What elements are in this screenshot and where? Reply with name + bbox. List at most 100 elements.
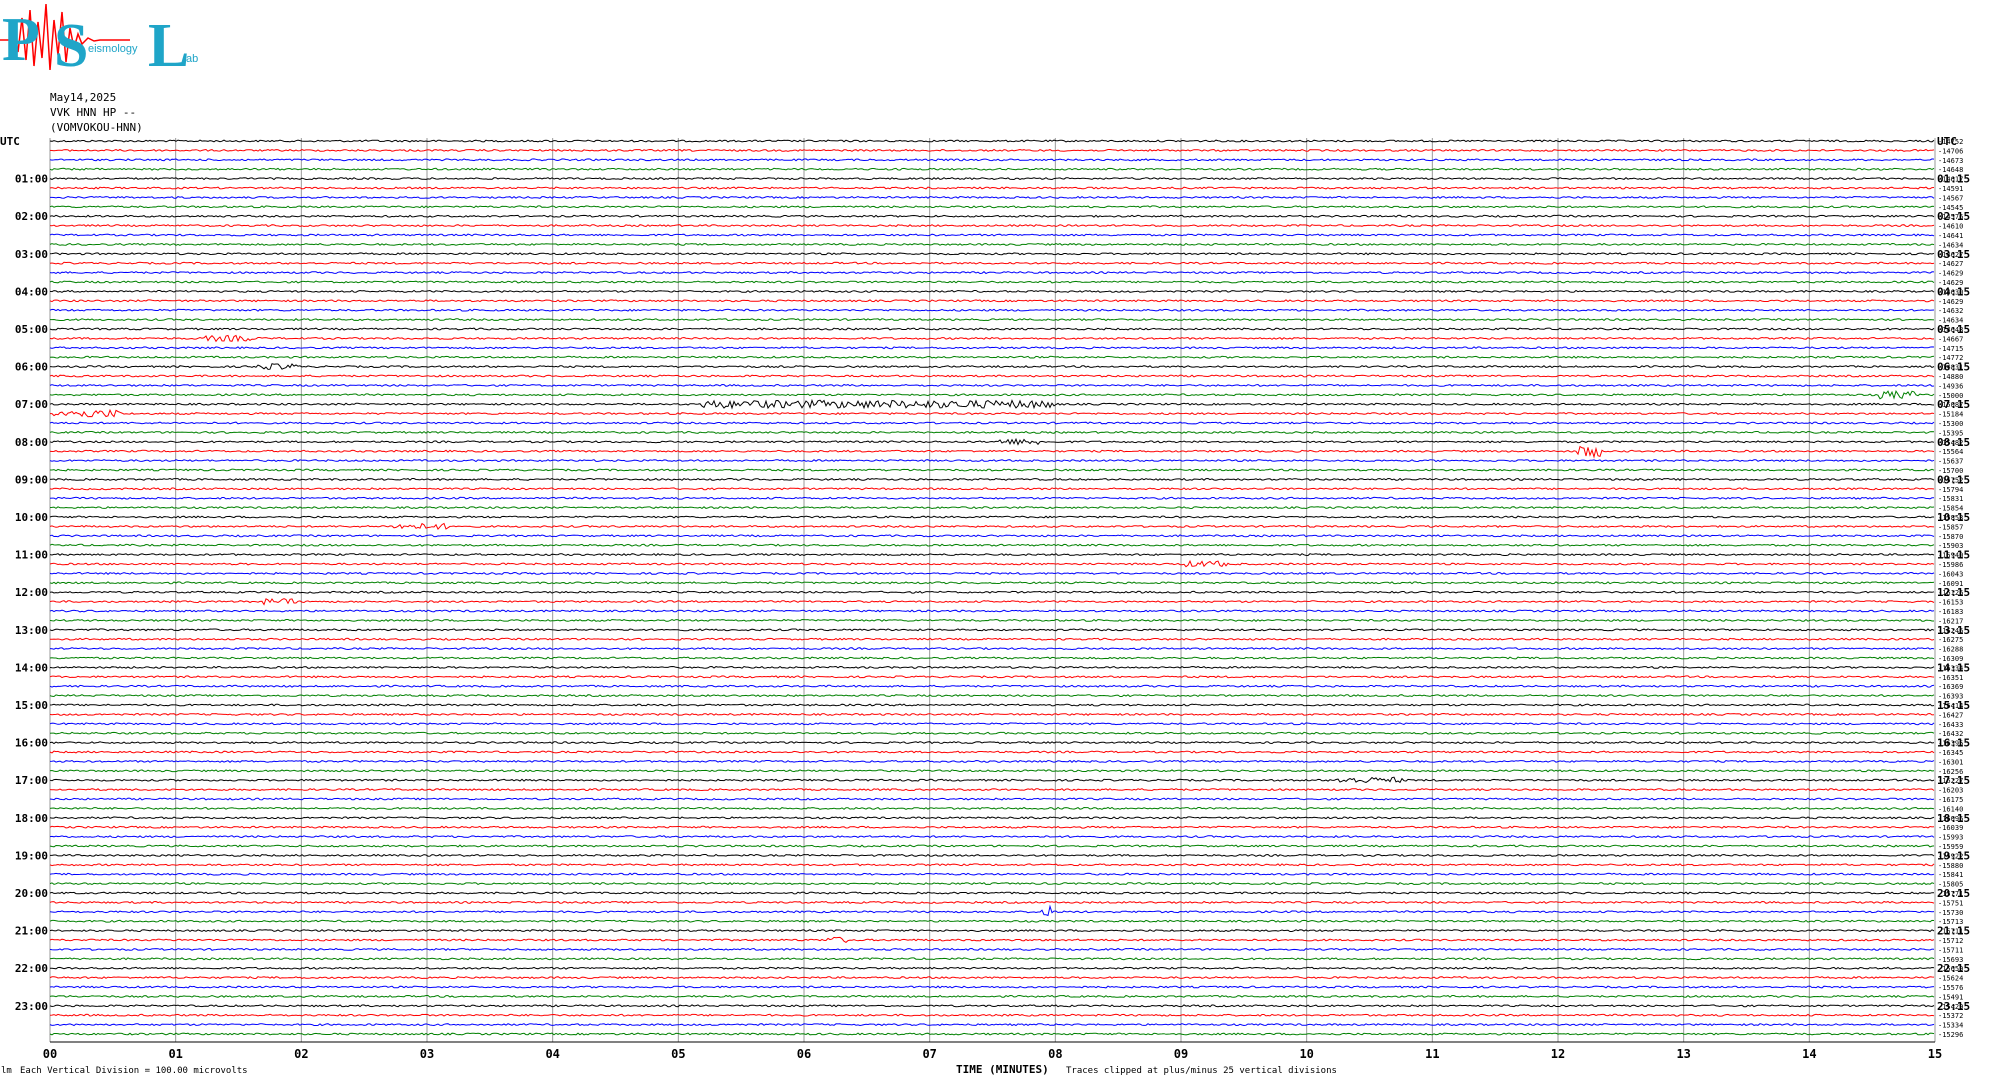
x-tick-label: 00 (43, 1047, 57, 1061)
trace-line (49, 904, 1935, 917)
trace-line (49, 759, 1935, 763)
hour-label-right: 20:15 (1937, 887, 1970, 900)
hour-label-left: 05:00 (15, 323, 48, 336)
trace-line (49, 647, 1935, 651)
trace-line (49, 581, 1935, 585)
x-tick-label: 05 (671, 1047, 685, 1061)
trace-line (49, 872, 1935, 876)
trace-line (49, 684, 1935, 688)
trace-value-label: -16427 (1938, 711, 1963, 719)
trace-line (49, 731, 1935, 735)
trace-line (49, 177, 1935, 181)
hour-label-left: 04:00 (15, 285, 48, 298)
x-tick-label: 06 (797, 1047, 811, 1061)
trace-value-label: -15857 (1938, 523, 1963, 531)
trace-value-label: -14629 (1938, 298, 1963, 306)
trace-line (49, 261, 1935, 265)
trace-value-label: -15880 (1938, 862, 1963, 870)
trace-line (49, 445, 1935, 459)
hour-label-left: 19:00 (15, 849, 48, 862)
trace-value-label: -15576 (1938, 984, 1963, 992)
trace-line (49, 506, 1935, 510)
trace-line (49, 289, 1935, 293)
trace-value-label: -14627 (1938, 260, 1963, 268)
trace-value-label: -14629 (1938, 270, 1963, 278)
trace-line (49, 459, 1935, 463)
trace-line (49, 750, 1935, 754)
hour-label-right: 10:15 (1937, 511, 1970, 524)
trace-line (49, 158, 1935, 162)
trace-value-label: -14673 (1938, 157, 1963, 165)
trace-value-label: -15296 (1938, 1031, 1963, 1039)
trace-line (49, 656, 1935, 660)
hour-label-right: 11:15 (1937, 549, 1970, 562)
hour-label-right: 01:15 (1937, 173, 1970, 186)
hour-label-right: 08:15 (1937, 436, 1970, 449)
trace-line (49, 712, 1935, 716)
hour-label-right: 04:15 (1937, 285, 1970, 298)
trace-line (49, 346, 1935, 350)
trace-line (49, 1023, 1935, 1027)
trace-line (49, 609, 1935, 613)
trace-value-label: -16433 (1938, 721, 1963, 729)
trace-value-label: -14880 (1938, 373, 1963, 381)
trace-line (49, 522, 1935, 531)
trace-value-label: -16275 (1938, 636, 1963, 644)
trace-line (49, 390, 1935, 400)
x-tick-label: 10 (1299, 1047, 1313, 1061)
trace-line (49, 355, 1935, 359)
trace-value-label: -14610 (1938, 223, 1963, 231)
trace-line (49, 788, 1935, 792)
trace-value-label: -15730 (1938, 909, 1963, 917)
corner-mark: lm (1, 1066, 12, 1076)
trace-line (50, 195, 1935, 199)
x-tick-label: 04 (545, 1047, 559, 1061)
trace-line (49, 487, 1935, 491)
trace-line (49, 139, 1935, 143)
trace-line (49, 233, 1935, 237)
trace-line (50, 468, 1935, 472)
hour-label-left: 12:00 (15, 586, 48, 599)
helicorder-chart: 00 01 02 03 04 05 06 07 08 09 10 11 12 13 14 15-14752-1… (0, 135, 1970, 1061)
trace-line (49, 929, 1935, 933)
x-tick-label: 03 (420, 1047, 434, 1061)
trace-line (49, 844, 1935, 848)
trace-line (49, 383, 1935, 387)
hour-label-left: 20:00 (15, 887, 48, 900)
trace-line (49, 947, 1935, 951)
trace-line (49, 374, 1935, 378)
trace-value-label: -16288 (1938, 646, 1963, 654)
trace-value-label: -15334 (1938, 1022, 1963, 1030)
trace-line (49, 835, 1935, 839)
hour-label-left: 10:00 (15, 511, 48, 524)
hour-label-right: 21:15 (1937, 925, 1970, 938)
hour-label-right: 23:15 (1937, 1000, 1970, 1013)
hour-label-left: 13:00 (15, 624, 48, 637)
trace-line (49, 242, 1935, 246)
trace-line (49, 776, 1935, 784)
trace-value-label: -14706 (1938, 147, 1963, 155)
trace-line (49, 477, 1935, 481)
trace-line (49, 437, 1935, 446)
hour-label-right: 17:15 (1937, 774, 1970, 787)
hour-label-left: 14:00 (15, 661, 48, 674)
trace-line (49, 1032, 1935, 1036)
hour-label-left: 22:00 (15, 962, 48, 975)
hour-label-right: 02:15 (1937, 210, 1970, 223)
trace-value-label: -16301 (1938, 758, 1963, 766)
trace-line (49, 299, 1935, 303)
trace-value-label: -15831 (1938, 495, 1963, 503)
hour-label-right: 06:15 (1937, 361, 1970, 374)
x-tick-label: 02 (294, 1047, 308, 1061)
trace-line (49, 398, 1935, 410)
trace-value-label: -14667 (1938, 335, 1963, 343)
trace-line (49, 590, 1935, 594)
trace-line (50, 408, 1935, 418)
trace-line (50, 637, 1935, 641)
hour-label-right: 07:15 (1937, 398, 1970, 411)
hour-label-left: 02:00 (15, 210, 48, 223)
trace-line (49, 628, 1935, 632)
hour-label-left: 03:00 (15, 248, 48, 261)
trace-line (49, 598, 1935, 606)
trace-line (49, 1004, 1935, 1008)
